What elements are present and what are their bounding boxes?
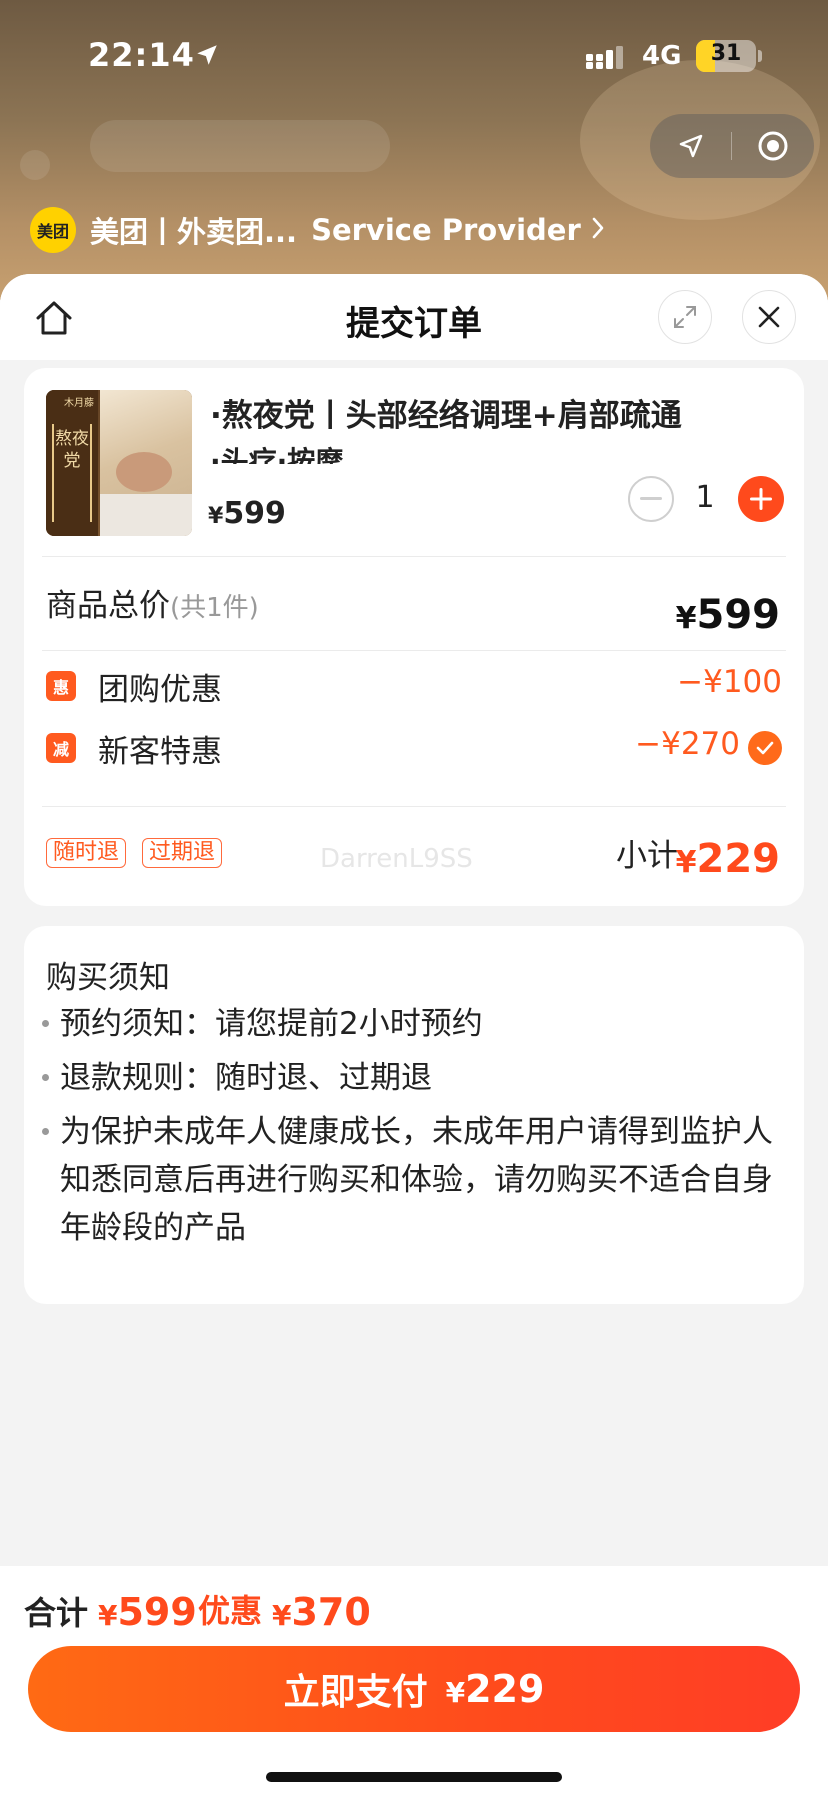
- notice-item: 为保护未成年人健康成长，未成年用户请得到监护人知悉同意后再进行购买和体验，请勿购…: [42, 1108, 776, 1252]
- product-image-brand: 木月藤: [64, 398, 94, 409]
- background-blur-shape: [90, 120, 390, 172]
- total-price-label: 商品总价(共1件): [46, 580, 259, 625]
- order-card: 木月藤 熬夜党 ·熬夜党丨头部经络调理+肩部疏通 ·头疗·按摩 ¥599 1 商…: [24, 368, 804, 906]
- status-time: 22:14: [88, 36, 195, 74]
- cellular-signal-icon: [586, 46, 630, 74]
- discount-total-value: 370: [291, 1590, 371, 1634]
- product-price-value: 599: [223, 496, 286, 531]
- quantity-value: 1: [695, 480, 715, 515]
- battery-icon: 31: [696, 40, 756, 72]
- location-arrow-icon[interactable]: [650, 114, 732, 178]
- refund-tag: 过期退: [142, 838, 223, 868]
- product-photo-towel: [100, 494, 192, 536]
- total-price: ¥599: [676, 592, 780, 638]
- close-icon[interactable]: [742, 290, 796, 344]
- background-blur-shape: [20, 150, 50, 180]
- divider: [42, 556, 786, 557]
- product-subtitle: ·头疗·按摩: [210, 445, 344, 464]
- divider: [42, 650, 786, 651]
- pay-button-label: 立即支付: [283, 1672, 428, 1713]
- check-icon[interactable]: [748, 731, 782, 765]
- currency-symbol: ¥: [272, 1599, 292, 1632]
- provider-link: Service Provider: [311, 213, 581, 247]
- battery-tip: [758, 50, 762, 62]
- discount-amount: −¥100: [677, 664, 782, 700]
- discount-label: 新客特惠: [98, 734, 222, 770]
- subtotal-amount: ¥229: [676, 836, 780, 882]
- discount-row-new-customer[interactable]: 减 新客特惠 −¥270: [46, 726, 782, 770]
- discount-total-label: 优惠: [198, 1592, 263, 1630]
- item-count: (共1件): [170, 593, 259, 623]
- sum-label: 合计: [24, 1594, 89, 1632]
- checkout-bar: 合计 ¥599 优惠 ¥370 立即支付 ¥229: [0, 1566, 828, 1795]
- discount-amount: −¥270: [635, 726, 740, 762]
- discount-badge: 减: [46, 733, 76, 763]
- product-photo-figure: [116, 452, 172, 492]
- total-price-value: 599: [696, 592, 781, 638]
- discount-row-group-buy: 惠 团购优惠 −¥100: [46, 664, 782, 708]
- network-type: 4G: [642, 41, 682, 71]
- watermark-text: DarrenL9SS: [320, 844, 473, 874]
- pay-button-amount: ¥229: [446, 1667, 545, 1711]
- chevron-right-icon: [591, 213, 605, 247]
- provider-name: 美团丨外卖团...: [90, 215, 298, 249]
- minus-icon[interactable]: [628, 476, 674, 522]
- purchase-notice-card: 购买须知 预约须知：请您提前2小时预约 退款规则：随时退、过期退 为保护未成年人…: [24, 926, 804, 1304]
- currency-symbol: ¥: [675, 601, 697, 636]
- quantity-stepper: 1: [628, 474, 788, 524]
- currency-symbol: ¥: [208, 504, 224, 529]
- product-price: ¥599: [208, 496, 286, 531]
- expand-icon[interactable]: [658, 290, 712, 344]
- notice-item: 预约须知：请您提前2小时预约: [42, 1000, 776, 1048]
- discount-badge: 惠: [46, 671, 76, 701]
- product-image-text: 熬夜党: [52, 424, 92, 522]
- home-indicator[interactable]: [266, 1772, 562, 1782]
- sum-price: ¥599: [98, 1590, 197, 1634]
- plus-icon[interactable]: [738, 476, 784, 522]
- currency-symbol: ¥: [98, 1599, 118, 1632]
- discount-label: 团购优惠: [98, 672, 222, 708]
- subtotal-label: 小计: [616, 838, 678, 874]
- target-icon[interactable]: [732, 114, 814, 178]
- mini-program-capsule: [650, 114, 814, 178]
- discount-total: ¥370: [272, 1590, 371, 1634]
- notice-title: 购买须知: [46, 960, 170, 996]
- status-bar: 22:14 4G 31: [0, 0, 828, 110]
- sheet-header: 提交订单: [0, 274, 828, 360]
- divider: [42, 806, 786, 807]
- service-provider-bar[interactable]: 美团 美团丨外卖团... Service Provider: [30, 206, 605, 254]
- currency-symbol: ¥: [675, 845, 697, 880]
- product-title[interactable]: ·熬夜党丨头部经络调理+肩部疏通: [210, 396, 770, 436]
- subtotal-value: 229: [696, 836, 781, 882]
- meituan-logo: 美团: [30, 207, 76, 253]
- sum-price-value: 599: [117, 1590, 197, 1634]
- pay-amount-value: 229: [465, 1667, 545, 1711]
- pay-now-button[interactable]: 立即支付 ¥229: [28, 1646, 800, 1732]
- product-image[interactable]: 木月藤 熬夜党: [46, 390, 192, 536]
- currency-symbol: ¥: [445, 1676, 466, 1709]
- notice-item: 退款规则：随时退、过期退: [42, 1054, 776, 1102]
- total-label-text: 商品总价: [46, 588, 170, 624]
- battery-percent: 31: [710, 41, 742, 66]
- location-services-icon: [194, 42, 220, 72]
- refund-tag: 随时退: [46, 838, 127, 868]
